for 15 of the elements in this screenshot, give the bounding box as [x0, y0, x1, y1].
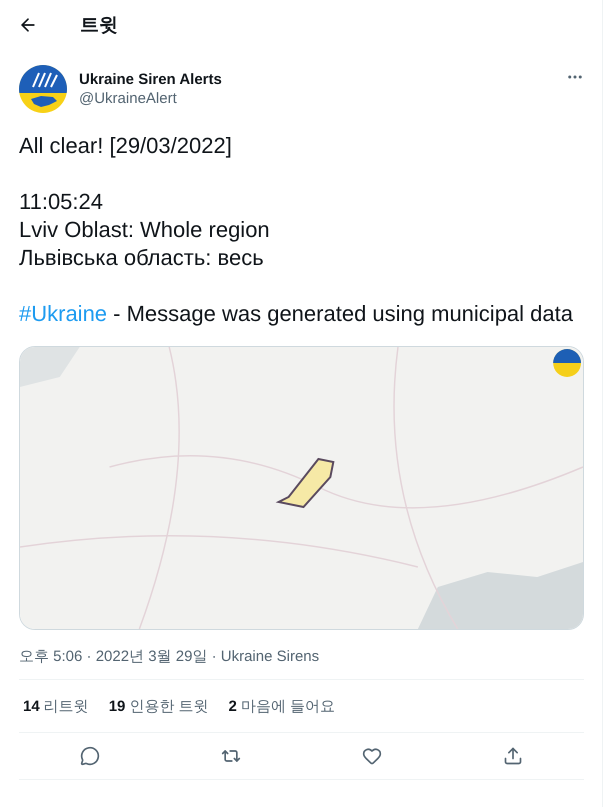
tweet-text: #Ukraine - Message was generated using municipal data	[19, 300, 574, 328]
source-link[interactable]: Ukraine Sirens	[220, 648, 320, 665]
tweet-timestamp: 오후 5:06 · 2022년 3월 29일 · Ukraine Sirens	[19, 647, 320, 667]
tweet-text: 11:05:24 Lviv Oblast: Whole region Львівська область: весь	[19, 188, 271, 272]
reply-icon[interactable]	[80, 746, 100, 766]
avatar[interactable]	[19, 65, 67, 113]
heart-icon[interactable]	[362, 746, 382, 766]
share-icon[interactable]	[503, 746, 524, 766]
stat-link[interactable]: 2 마음에 들어요	[228, 696, 336, 716]
page-title: 트윗	[80, 14, 118, 38]
stat-link[interactable]: 14 리트윗	[23, 696, 89, 716]
author-name[interactable]: Ukraine Siren Alerts	[79, 71, 566, 88]
stat-link[interactable]: 19 인용한 트윗	[108, 696, 209, 716]
author-handle[interactable]: @UkraineAlert	[79, 90, 566, 107]
tweet-text: All clear! [29/03/2022]	[19, 132, 233, 160]
